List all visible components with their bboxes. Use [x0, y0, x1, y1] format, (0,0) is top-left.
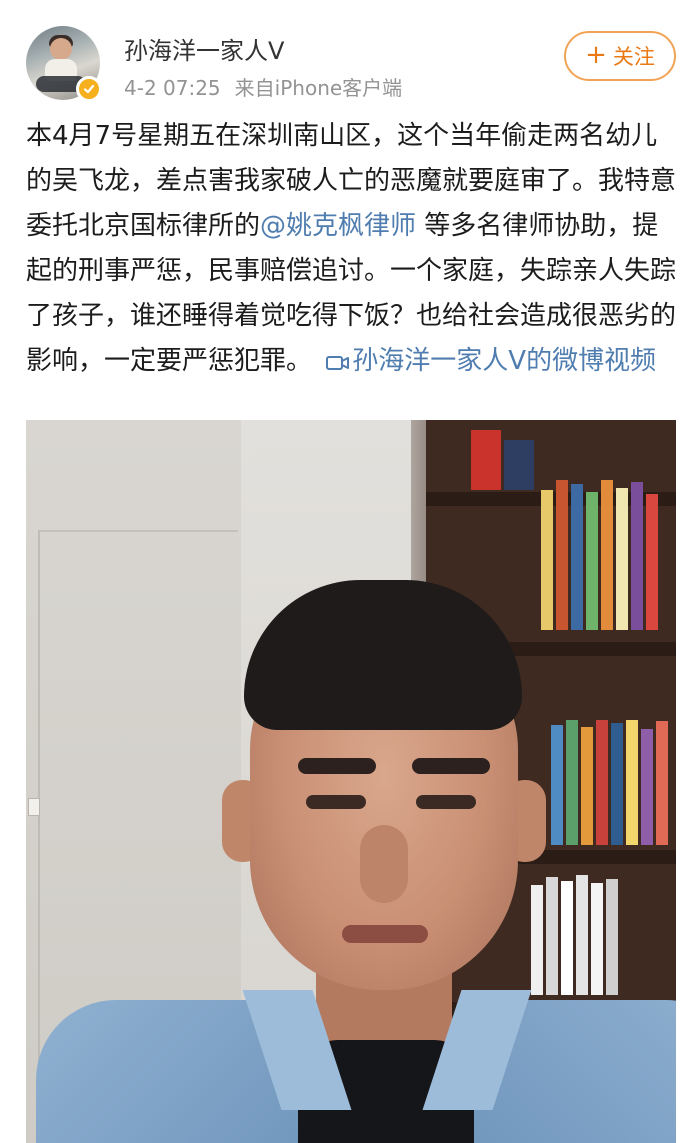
wall-socket [28, 798, 40, 816]
video-link[interactable]: 孙海洋一家人V的微博视频 [320, 346, 656, 376]
books-stack [471, 430, 534, 490]
mention-link[interactable]: @姚克枫律师 [260, 211, 416, 241]
post-text: 本4月7号星期五在深圳南山区，这个当年偷走两名幼儿的吴飞龙，差点害我家破人亡的恶… [26, 114, 676, 387]
verified-badge-icon [76, 76, 102, 102]
username[interactable]: 孙海洋一家人V [124, 31, 284, 66]
video-thumbnail[interactable] [26, 420, 676, 1143]
post-header: 孙海洋一家人V 4-2 07:25 来自iPhone客户端 + 关注 [0, 0, 700, 110]
person-in-video [36, 570, 676, 1143]
video-camera-icon [326, 342, 350, 387]
door-frame [38, 530, 40, 1143]
door-frame-top [38, 530, 238, 532]
video-link-label: 孙海洋一家人V的微博视频 [352, 346, 657, 376]
user-avatar[interactable] [26, 26, 102, 102]
post-meta: 4-2 07:25 来自iPhone客户端 [124, 72, 402, 101]
post-source: 来自iPhone客户端 [234, 76, 403, 100]
post-date: 4-2 07:25 [124, 76, 221, 100]
plus-icon: + [585, 40, 607, 70]
follow-label: 关注 [612, 45, 655, 69]
follow-button[interactable]: + 关注 [564, 31, 676, 81]
